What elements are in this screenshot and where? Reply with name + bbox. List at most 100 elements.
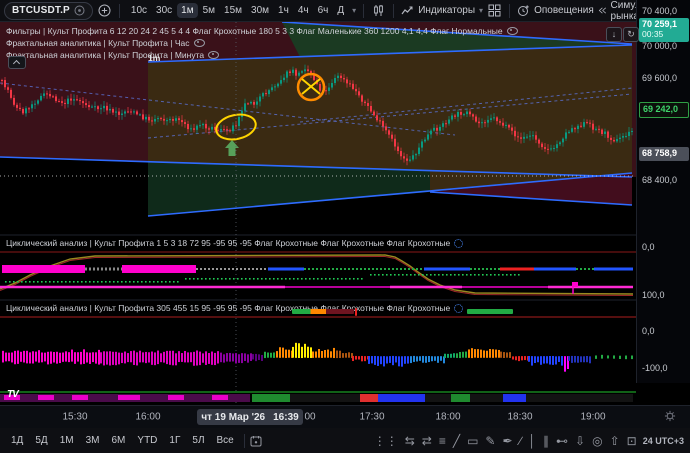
ray-icon[interactable]: ∕ bbox=[520, 435, 522, 447]
go-to-date-icon[interactable] bbox=[250, 435, 262, 447]
indicators-icon bbox=[401, 5, 414, 16]
range-5Л[interactable]: 5Л bbox=[187, 433, 209, 448]
replay-icon bbox=[598, 5, 607, 16]
visibility-eye-icon[interactable] bbox=[194, 39, 205, 47]
timeframe-30с[interactable]: 30с bbox=[152, 3, 176, 18]
time-axis[interactable]: чт 19 Мар '26 16:39 15:3016:000017:3018:… bbox=[0, 405, 690, 428]
axis-settings-gear-icon[interactable] bbox=[664, 410, 676, 422]
pane3-axis-label: -100,0 bbox=[642, 363, 668, 373]
price-label: 68 400,0 bbox=[642, 175, 677, 185]
divider bbox=[363, 4, 364, 18]
trading-terminal: BTCUSDT.P 10с30с1м5м15м30м1ч4ч6чД ▾ Инди… bbox=[0, 0, 690, 453]
long-position-icon[interactable]: ⇆ bbox=[405, 435, 415, 447]
symbol-switcher[interactable]: BTCUSDT.P bbox=[4, 2, 93, 20]
range-3М[interactable]: 3М bbox=[81, 433, 105, 448]
top-toolbar: BTCUSDT.P 10с30с1м5м15м30м1ч4ч6чД ▾ Инди… bbox=[0, 0, 690, 22]
compare-add-icon[interactable] bbox=[97, 3, 112, 18]
favorite-tools-group: ⋮⋮ ⇆ ⇄ ≡ ╱ ▭ ✎ ✒ ∕ │ ∥ ⊷ ⇩ ◎ ⇧ ⊡ bbox=[374, 435, 637, 447]
tradingview-logo[interactable]: TV bbox=[7, 389, 18, 400]
brush-icon[interactable]: ✎ bbox=[485, 435, 495, 447]
crosshair-time-badge: чт 19 Мар '26 16:39 bbox=[197, 409, 303, 425]
timeframe-30м[interactable]: 30м bbox=[247, 3, 273, 18]
time-label-15:30: 15:30 bbox=[62, 412, 87, 423]
timeframe-15м[interactable]: 15м bbox=[220, 3, 246, 18]
price-label-icon[interactable]: ⊡ bbox=[627, 435, 637, 447]
arrow-up-icon[interactable]: ⇧ bbox=[610, 435, 620, 447]
chart-area[interactable]: Фильтры | Культ Профита 6 12 20 24 2 45 … bbox=[0, 22, 690, 405]
timeframe-4ч[interactable]: 4ч bbox=[294, 3, 313, 18]
current-price-badge: 69 242,0 bbox=[639, 102, 689, 118]
pane3-axis-label: 0,0 bbox=[642, 326, 655, 336]
rectangle-icon[interactable]: ▭ bbox=[467, 435, 478, 447]
bottom-toolbar: 1Д5Д1М3М6МYTD1Г5ЛВсе ⋮⋮ ⇆ ⇄ ≡ ╱ ▭ ✎ ✒ ∕ │ ∥ ⊷ ⇩ ◎ ⇧ ⊡ 2… bbox=[0, 427, 690, 453]
pane-collapse-button[interactable] bbox=[8, 56, 26, 69]
target-icon[interactable]: ◎ bbox=[592, 435, 602, 447]
alerts-button[interactable]: Оповещения bbox=[517, 4, 594, 17]
drag-handle-icon[interactable]: ⋮⋮ bbox=[374, 435, 398, 447]
symbol-logo-icon bbox=[74, 5, 85, 16]
arrow-down-icon[interactable]: ⇩ bbox=[575, 435, 585, 447]
price-label: 70 400,0 bbox=[642, 6, 677, 16]
pane2-axis-label: 0,0 bbox=[642, 242, 655, 252]
chart-canvas[interactable] bbox=[0, 22, 636, 405]
symbol-name: BTCUSDT.P bbox=[12, 5, 70, 16]
time-label-18:30: 18:30 bbox=[507, 412, 532, 423]
range-YTD[interactable]: YTD bbox=[132, 433, 162, 448]
reset-chart-icon[interactable]: ↻ bbox=[623, 27, 639, 42]
price-label: 69 600,0 bbox=[642, 73, 677, 83]
range-Все[interactable]: Все bbox=[212, 433, 239, 448]
price-axis[interactable]: 70 400,0 70 000,0 69 600,0 68 400,0 70 259,1… bbox=[636, 0, 690, 383]
legend-cyclic-1[interactable]: Циклический анализ | Культ Профита 1 5 3… bbox=[6, 238, 463, 248]
signal-tick bbox=[355, 308, 357, 316]
legend-filters[interactable]: Фильтры | Культ Профита 6 12 20 24 2 45 … bbox=[6, 26, 518, 36]
scroll-to-recent-icon[interactable]: ↓ bbox=[606, 27, 622, 42]
legend-cyclic-2[interactable]: Циклический анализ | Культ Профита 305 4… bbox=[6, 303, 463, 313]
timeframe-1м[interactable]: 1м bbox=[177, 3, 197, 18]
timezone-label[interactable]: 24 UTC+3 bbox=[643, 436, 684, 446]
range-5Д[interactable]: 5Д bbox=[30, 433, 52, 448]
divider bbox=[244, 434, 245, 448]
timeframe-6ч[interactable]: 6ч bbox=[314, 3, 333, 18]
loading-spinner-icon bbox=[454, 304, 463, 313]
timeframe-more-icon[interactable]: ▾ bbox=[352, 6, 356, 15]
range-1Г[interactable]: 1Г bbox=[164, 433, 185, 448]
chart-type-candles-icon[interactable] bbox=[371, 3, 386, 18]
time-label-18:00: 18:00 bbox=[435, 412, 460, 423]
divider bbox=[509, 4, 510, 18]
horizontal-ray-icon[interactable]: ⊷ bbox=[556, 435, 568, 447]
bar-countdown: 00:35 bbox=[642, 29, 686, 39]
range-6М[interactable]: 6М bbox=[107, 433, 131, 448]
timeframe-10с[interactable]: 10с bbox=[127, 3, 151, 18]
time-label-19:00: 19:00 bbox=[580, 412, 605, 423]
visibility-eye-icon[interactable] bbox=[208, 51, 219, 59]
trend-line-icon[interactable]: ╱ bbox=[453, 435, 460, 447]
short-position-icon[interactable]: ⇄ bbox=[422, 435, 432, 447]
signal-green-bar bbox=[467, 309, 513, 314]
legend-fractal-hour[interactable]: Фрактальная аналитика | Культ Профита | … bbox=[6, 38, 205, 48]
layout-grid-icon[interactable] bbox=[487, 3, 502, 18]
indicators-templates-icon[interactable]: ▾ bbox=[479, 6, 483, 15]
timeframe-1ч[interactable]: 1ч bbox=[274, 3, 293, 18]
visibility-eye-icon[interactable] bbox=[507, 27, 518, 35]
legend-fractal-minute[interactable]: Фрактальная аналитика | Культ Профита | … bbox=[6, 50, 219, 60]
range-1М[interactable]: 1М bbox=[55, 433, 79, 448]
horizontal-lines-icon[interactable]: ≡ bbox=[439, 435, 446, 447]
pin-icon[interactable]: ✒ bbox=[502, 435, 512, 447]
bar-interval-marker: 1m bbox=[148, 53, 160, 63]
pane3-axis-label: 100,0 bbox=[642, 290, 665, 300]
indicators-button[interactable]: Индикаторы ▾ bbox=[401, 5, 483, 16]
time-label-00: 00 bbox=[304, 412, 315, 423]
alert-clock-icon bbox=[517, 4, 530, 17]
price-label: 70 000,0 bbox=[642, 41, 677, 51]
timeframe-5м[interactable]: 5м bbox=[199, 3, 219, 18]
time-label-17:30: 17:30 bbox=[359, 412, 384, 423]
range-1Д[interactable]: 1Д bbox=[6, 433, 28, 448]
timeframe-group: 10с30с1м5м15м30м1ч4ч6чД bbox=[127, 3, 348, 18]
line-price-badge-gray: 68 758,9 bbox=[639, 147, 689, 161]
parallel-channel-icon[interactable]: ∥ bbox=[543, 435, 549, 447]
vertical-line-icon[interactable]: │ bbox=[529, 435, 537, 447]
date-range-group: 1Д5Д1М3М6МYTD1Г5ЛВсе bbox=[6, 433, 239, 448]
line-price-badge: 70 259,100:35 bbox=[639, 18, 689, 42]
timeframe-Д[interactable]: Д bbox=[333, 3, 348, 18]
signal-gradient-bar bbox=[292, 309, 354, 314]
